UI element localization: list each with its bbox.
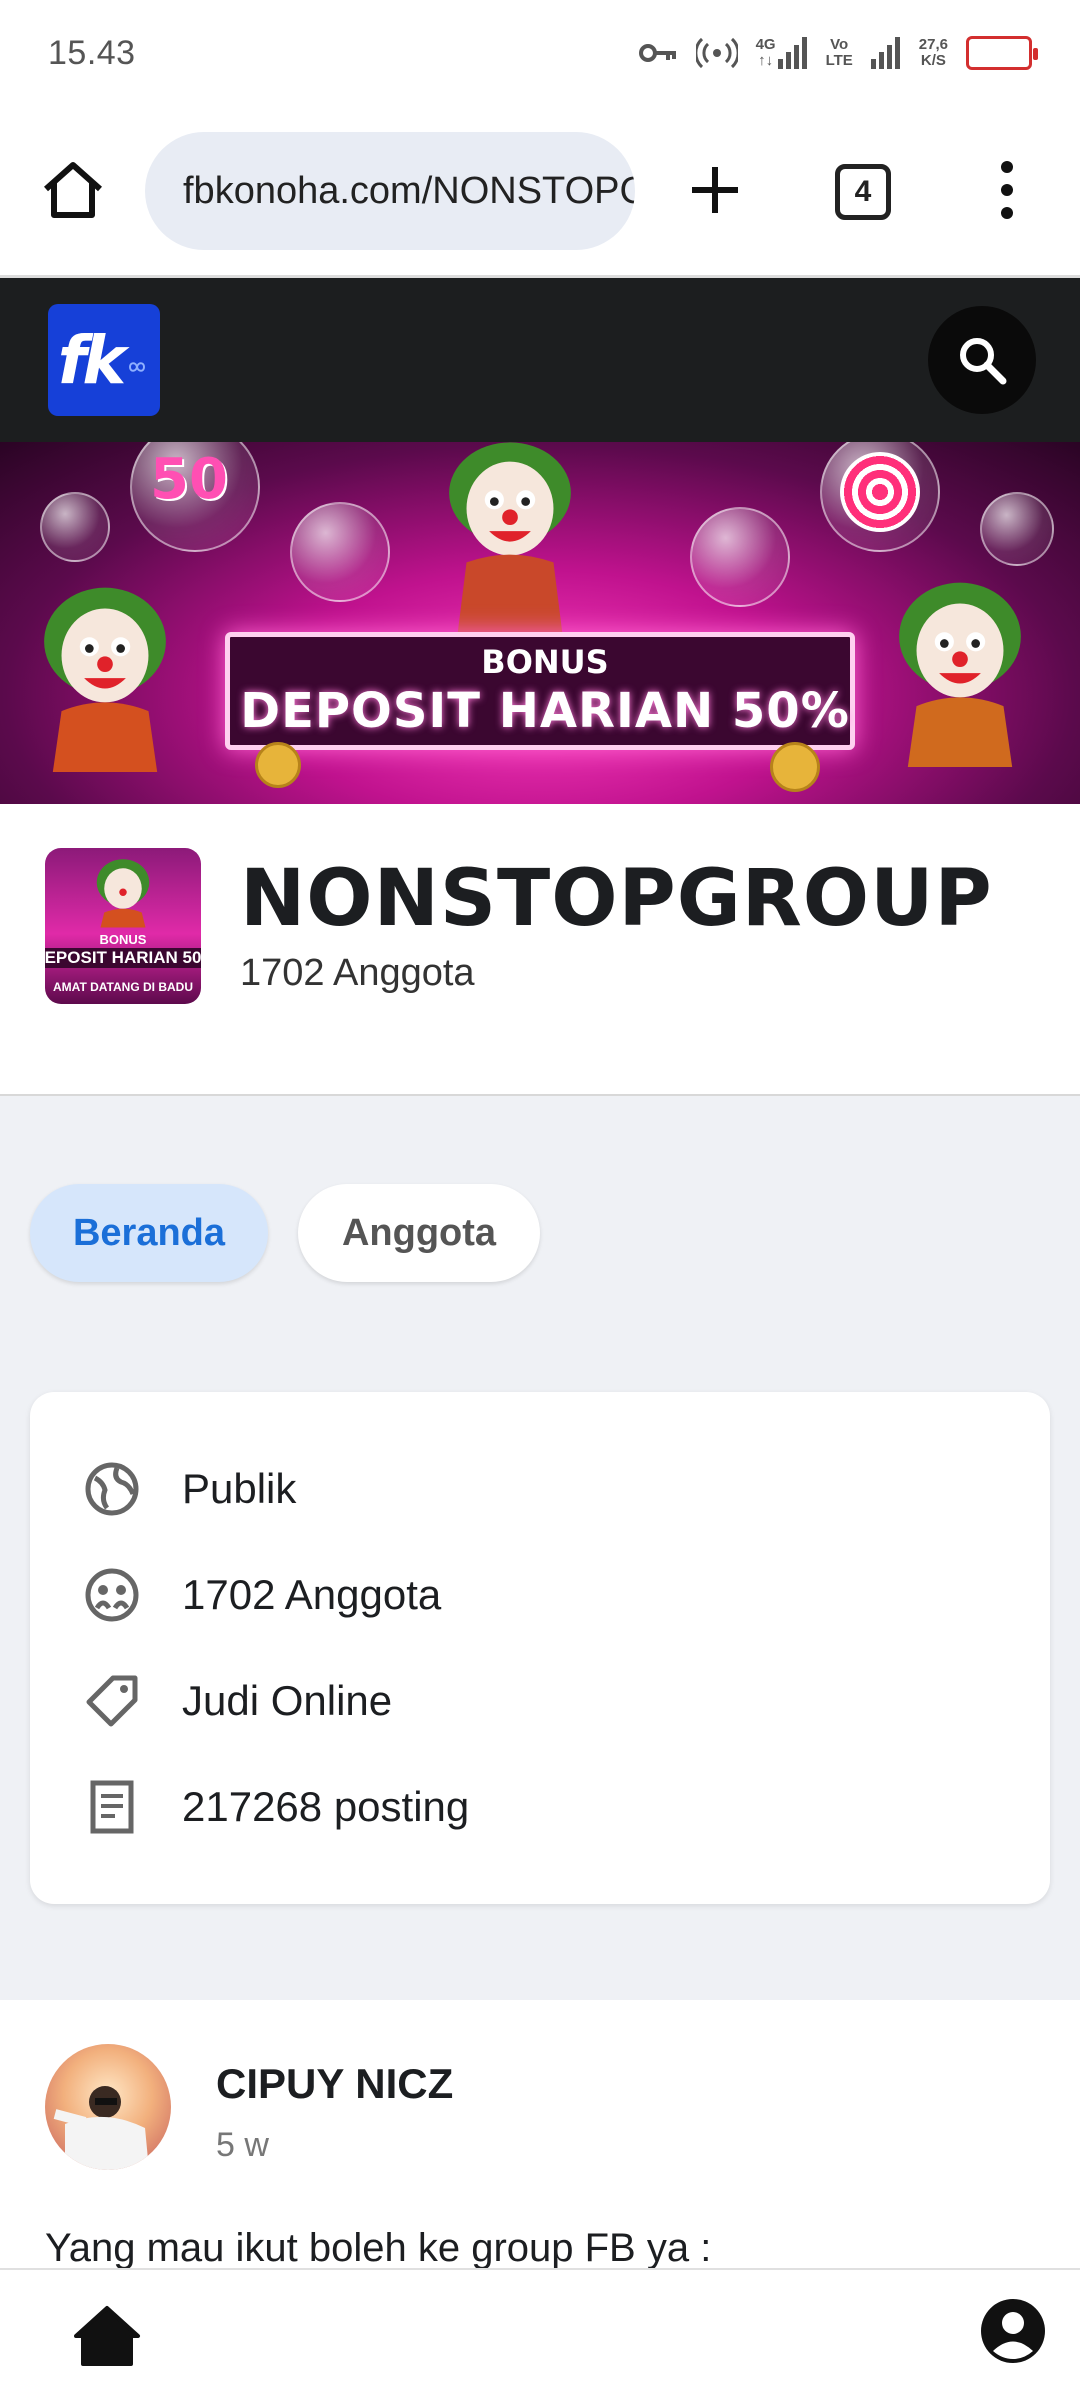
url-bar[interactable]: fbkonoha.com/NONSTOPGROUP	[145, 132, 635, 250]
bubble-decoration	[690, 507, 790, 607]
person-photo-icon	[53, 2086, 149, 2170]
group-header: BONUS EPOSIT HARIAN 50 AMAT DATANG DI BA…	[0, 804, 1080, 1096]
globe-icon	[82, 1459, 142, 1519]
group-avatar-line3: AMAT DATANG DI BADU	[53, 980, 193, 994]
home-icon	[44, 162, 102, 218]
status-icons: 4G ↑↓ Vo LTE 27,6 K/S	[638, 30, 1038, 76]
hotspot-icon	[695, 37, 738, 69]
bubble-decoration	[980, 492, 1054, 566]
info-row-category: Judi Online	[82, 1666, 392, 1736]
tab-beranda[interactable]: Beranda	[30, 1184, 268, 1282]
account-icon	[981, 2299, 1045, 2363]
site-header: fk	[0, 278, 1080, 442]
coin-decoration	[770, 742, 820, 792]
signal-icon	[870, 37, 901, 69]
group-member-count[interactable]: 1702 Anggota	[240, 952, 475, 995]
bubble-decoration	[40, 492, 110, 562]
browser-menu-button[interactable]	[985, 155, 1029, 225]
volte-icon: Vo LTE	[826, 37, 853, 69]
tab-anggota[interactable]: Anggota	[298, 1184, 540, 1282]
joker-character-center	[449, 442, 571, 632]
post-timestamp[interactable]: 5 w	[216, 2126, 269, 2165]
group-name: NONSTOPGROUP	[240, 854, 993, 944]
speed-value: 27,6	[918, 36, 948, 53]
group-cover-banner: 50 BONUS DEPOSIT HARIAN 50%	[0, 442, 1080, 804]
group-content-area: Beranda Anggota Publik 1702 Anggota Judi…	[0, 1096, 1080, 2000]
info-members-text: 1702 Anggota	[182, 1571, 442, 1618]
banner-bonus-text: BONUS	[481, 643, 609, 681]
banner-headline: DEPOSIT HARIAN 50%	[240, 683, 850, 739]
bottom-nav-profile[interactable]	[978, 2296, 1048, 2366]
speed-unit: K/S	[920, 52, 946, 69]
url-text[interactable]: fbkonoha.com/NONSTOPGROUP	[183, 170, 635, 213]
group-avatar-line2: EPOSIT HARIAN 50	[45, 948, 201, 968]
search-icon	[960, 338, 1007, 385]
group-avatar-line1: BONUS	[99, 932, 147, 947]
avatar[interactable]	[45, 2044, 171, 2170]
status-time: 15.43	[48, 34, 136, 72]
post-text: Yang mau ikut boleh ke group FB ya :	[45, 2226, 712, 2268]
network-speed: 27,6 K/S	[919, 37, 948, 69]
volte-top: Vo	[830, 36, 849, 53]
new-tab-button[interactable]	[680, 155, 750, 225]
home-icon	[74, 2306, 140, 2366]
browser-toolbar: fbkonoha.com/NONSTOPGROUP 4	[0, 110, 1080, 278]
banner-badge: 50	[150, 447, 228, 512]
group-info-card: Publik 1702 Anggota Judi Online 217268 p…	[30, 1392, 1050, 1904]
infinity-icon	[129, 362, 146, 372]
tab-count: 4	[854, 175, 872, 208]
bottom-navigation	[0, 2268, 1080, 2400]
signal-4g-icon: 4G ↑↓	[756, 37, 808, 69]
lollipop-decoration	[840, 452, 920, 532]
bottom-nav-home[interactable]	[70, 2298, 144, 2372]
post-card: CIPUY NICZ 5 w Yang mau ikut boleh ke gr…	[0, 2000, 1080, 2268]
browser-home-button[interactable]	[38, 155, 108, 225]
banner-plate: BONUS DEPOSIT HARIAN 50%	[225, 632, 855, 750]
info-row-privacy: Publik	[82, 1454, 296, 1524]
coin-decoration	[255, 742, 301, 788]
site-logo-text: fk	[57, 321, 127, 399]
info-category-text: Judi Online	[182, 1677, 393, 1724]
status-bar: 15.43 4G ↑↓ Vo LTE 27,6 K/S	[0, 0, 1080, 110]
joker-character-right	[899, 582, 1021, 767]
network-label: 4G	[755, 36, 776, 53]
bubble-decoration	[290, 502, 390, 602]
tag-icon	[82, 1671, 142, 1731]
group-avatar[interactable]: BONUS EPOSIT HARIAN 50 AMAT DATANG DI BA…	[45, 848, 201, 1004]
new-tab-icon	[692, 167, 738, 213]
battery-icon	[966, 36, 1038, 70]
info-posts-text: 217268 posting	[182, 1783, 470, 1830]
volte-bottom: LTE	[825, 52, 853, 69]
site-logo[interactable]: fk	[48, 304, 160, 416]
joker-character-mini	[96, 859, 150, 928]
info-privacy-text: Publik	[182, 1465, 297, 1512]
tabs-button[interactable]: 4	[835, 164, 891, 220]
group-members-icon	[82, 1565, 142, 1625]
key-icon	[638, 41, 678, 65]
document-icon	[82, 1777, 142, 1837]
more-vert-icon	[1001, 161, 1013, 219]
info-row-posts: 217268 posting	[82, 1772, 469, 1842]
joker-character-left	[44, 587, 166, 772]
site-search-button[interactable]	[928, 306, 1036, 414]
post-author-name[interactable]: CIPUY NICZ	[216, 2060, 453, 2108]
info-row-members: 1702 Anggota	[82, 1560, 441, 1630]
